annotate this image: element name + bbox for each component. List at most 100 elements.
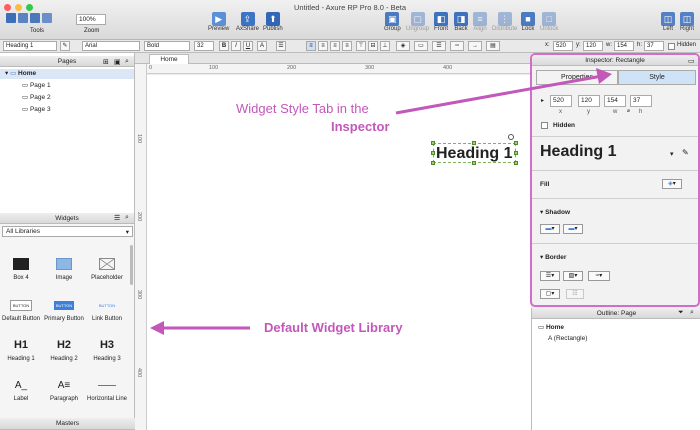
align-right-icon[interactable]: ≡ — [330, 41, 340, 51]
resize-handle[interactable] — [514, 151, 518, 155]
tab-properties[interactable]: Properties — [536, 70, 618, 85]
page-item-1[interactable]: ▭ Page 1 — [22, 81, 51, 89]
widget-heading-2[interactable]: H2 Heading 2 — [43, 336, 85, 363]
hidden-checkbox[interactable] — [668, 43, 675, 50]
inspector-w-field[interactable]: 154 — [604, 95, 626, 107]
widget-link-button[interactable]: BUTTON Link Button — [86, 296, 128, 323]
style-manager-icon[interactable]: ✎ — [682, 148, 689, 157]
format-painter-icon[interactable] — [42, 13, 52, 23]
widget-paragraph[interactable]: A≡ Paragraph — [43, 376, 85, 403]
expand-arrow-icon[interactable]: ▾ — [5, 70, 8, 77]
x-field[interactable]: 520 — [553, 41, 573, 51]
resize-handle[interactable] — [514, 161, 518, 165]
resize-handle[interactable] — [431, 151, 435, 155]
resize-handle[interactable] — [514, 141, 518, 145]
connector-tool-icon[interactable] — [18, 13, 28, 23]
arrow-style-picker[interactable]: ☷ — [566, 289, 584, 299]
font-color-icon[interactable]: A — [257, 41, 267, 51]
ungroup-button[interactable]: ▢ Ungroup — [406, 12, 429, 38]
widget-primary-button[interactable]: BUTTON Primary Button — [43, 296, 85, 323]
y-field[interactable]: 120 — [583, 41, 603, 51]
outer-shadow-picker[interactable]: ▬▾ — [540, 224, 560, 234]
rotate-handle-icon[interactable] — [508, 134, 514, 140]
inspector-x-field[interactable]: 520 — [550, 95, 572, 107]
inner-shadow-picker[interactable]: ▬▾ — [563, 224, 583, 234]
font-size-select[interactable]: 32 — [194, 41, 214, 51]
tab-style[interactable]: Style — [618, 70, 696, 85]
pen-tool-icon[interactable] — [30, 13, 40, 23]
justify-icon[interactable]: ≡ — [342, 41, 352, 51]
unlock-button[interactable]: □ Unlock — [540, 12, 558, 38]
style-manager-icon[interactable]: ✎ — [60, 41, 70, 51]
border-width-picker[interactable]: ☰▾ — [540, 271, 560, 281]
publish-button[interactable]: ⬆ Publish — [263, 12, 283, 38]
search-outline-icon[interactable]: ⌕ — [690, 309, 694, 317]
widgets-menu-icon[interactable]: ☰ — [114, 214, 120, 222]
border-style-picker[interactable]: ┅▾ — [588, 271, 610, 281]
widget-image[interactable]: Image — [43, 255, 85, 282]
resize-handle[interactable] — [431, 161, 435, 165]
align-middle-icon[interactable]: ⊟ — [368, 41, 378, 51]
page-item-3[interactable]: ▭ Page 3 — [22, 105, 51, 113]
page-item-2[interactable]: ▭ Page 2 — [22, 93, 51, 101]
outline-item-rectangle[interactable]: A (Rectangle) — [548, 335, 587, 342]
line-style-icon[interactable]: ┅ — [450, 41, 464, 51]
inspector-y-field[interactable]: 120 — [578, 95, 600, 107]
tab-home[interactable]: Home — [149, 54, 189, 64]
outline-item-home[interactable]: ▭ Home — [538, 323, 564, 331]
fill-color-icon[interactable]: ◈ — [396, 41, 410, 51]
align-left-icon[interactable]: ≡ — [306, 41, 316, 51]
widget-placeholder[interactable]: Placeholder — [86, 255, 128, 282]
resize-handle[interactable] — [431, 141, 435, 145]
resize-handle[interactable] — [472, 161, 476, 165]
widget-default-button[interactable]: BUTTON Default Button — [0, 296, 42, 323]
bullet-list-icon[interactable]: ☰ — [276, 41, 286, 51]
select-tool-icon[interactable] — [6, 13, 16, 23]
shadow-style-icon[interactable]: ▤ — [486, 41, 500, 51]
underline-button[interactable]: U — [243, 41, 253, 51]
back-button[interactable]: ◨ Back — [454, 12, 468, 38]
group-button[interactable]: ▣ Group — [384, 12, 401, 38]
fill-color-picker[interactable]: ◈▾ — [662, 179, 682, 189]
font-select[interactable]: Arial — [82, 41, 140, 51]
library-select[interactable]: All Libraries ▾ — [2, 226, 133, 237]
align-bottom-icon[interactable]: ⊥ — [380, 41, 390, 51]
w-field[interactable]: 154 — [614, 41, 634, 51]
preview-button[interactable]: ▶ Preview — [208, 12, 229, 38]
add-page-icon[interactable]: ⊞ — [103, 58, 109, 66]
lock-button[interactable]: ■ Lock — [521, 12, 535, 38]
widget-heading-3[interactable]: H3 Heading 3 — [86, 336, 128, 363]
widget-horizontal-line[interactable]: Horizontal Line — [86, 376, 128, 403]
style-select[interactable]: Heading 1 — [3, 41, 57, 51]
align-top-icon[interactable]: ⊤ — [356, 41, 366, 51]
resize-handle[interactable] — [472, 141, 476, 145]
left-panel-button[interactable]: ◫ Left — [661, 12, 675, 38]
filter-icon[interactable]: ⏷ — [678, 309, 684, 317]
right-panel-button[interactable]: ◫ Right — [680, 12, 694, 38]
canvas-heading-widget[interactable]: Heading 1 — [433, 143, 516, 163]
inspector-hidden-checkbox[interactable] — [541, 122, 548, 129]
distribute-button[interactable]: ⋮ Distribute — [492, 12, 517, 38]
arrow-style-icon[interactable]: → — [468, 41, 482, 51]
align-center-icon[interactable]: ≡ — [318, 41, 328, 51]
h-field[interactable]: 37 — [644, 41, 664, 51]
font-weight-select[interactable]: Bold — [144, 41, 190, 51]
widget-heading-1[interactable]: H1 Heading 1 — [0, 336, 42, 363]
line-color-icon[interactable]: ▭ — [414, 41, 428, 51]
widget-label[interactable]: A_ Label — [0, 376, 42, 403]
widget-box[interactable]: Box 4 — [0, 255, 42, 282]
italic-button[interactable]: I — [231, 41, 241, 51]
widget-style-select[interactable]: Heading 1 — [540, 143, 616, 161]
search-widgets-icon[interactable]: ⌕ — [125, 214, 129, 222]
front-button[interactable]: ◧ Front — [434, 12, 448, 38]
widgets-scrollbar[interactable] — [130, 245, 133, 285]
search-pages-icon[interactable]: ⌕ — [125, 58, 129, 66]
line-width-icon[interactable]: ☰ — [432, 41, 446, 51]
page-item-home[interactable]: ▾ ▭ Home — [0, 69, 134, 79]
axshare-button[interactable]: ⇪ AxShare — [236, 12, 259, 38]
border-visibility-picker[interactable]: ▢▾ — [540, 289, 560, 299]
add-folder-icon[interactable]: ▣ — [114, 58, 121, 66]
border-color-picker[interactable]: ▧▾ — [563, 271, 583, 281]
zoom-select[interactable]: 100% — [76, 14, 106, 25]
align-button[interactable]: ≡ Align — [473, 12, 487, 38]
